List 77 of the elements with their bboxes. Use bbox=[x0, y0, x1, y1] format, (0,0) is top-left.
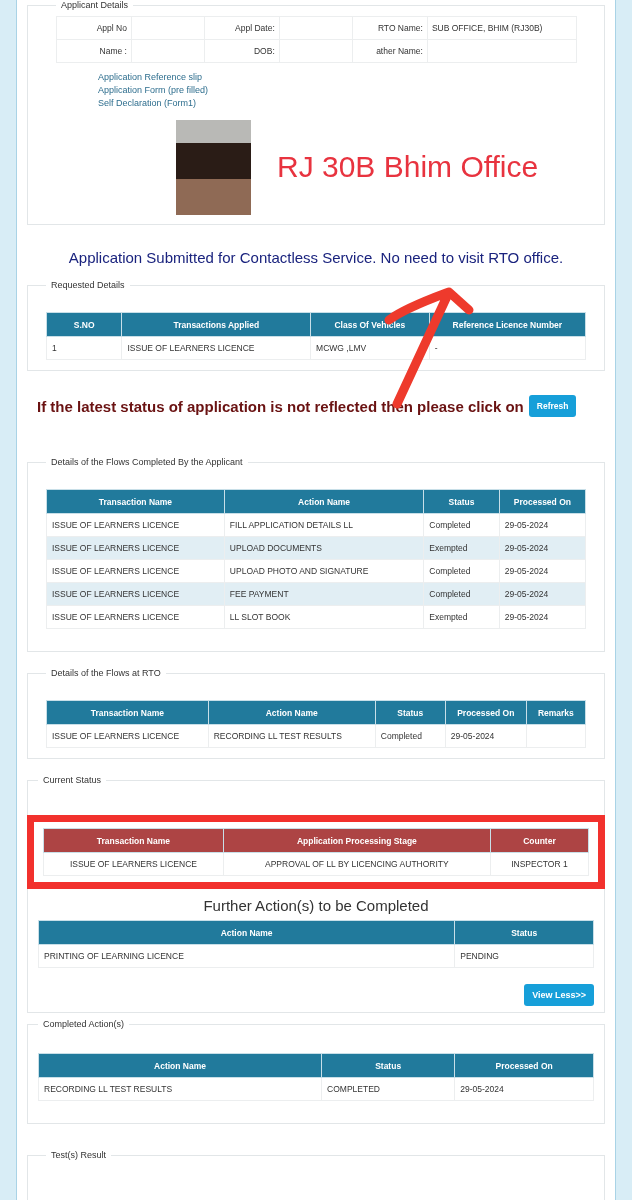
table-cell: ISSUE OF LEARNERS LICENCE bbox=[69, 859, 197, 869]
column-header: Action Name bbox=[38, 1053, 322, 1078]
field-label: Appl No bbox=[96, 23, 127, 33]
column-header: Transaction Name bbox=[46, 489, 225, 514]
table-cell: ISSUE OF LEARNERS LICENCE bbox=[52, 731, 180, 741]
column-header: S.NO bbox=[46, 312, 122, 337]
table-cell: PENDING bbox=[460, 951, 499, 961]
table-cell: ISSUE OF LEARNERS LICENCE bbox=[52, 589, 180, 599]
column-header: Status bbox=[454, 920, 594, 945]
column-header: Application Processing Stage bbox=[223, 828, 491, 853]
field-label: DOB: bbox=[253, 46, 275, 56]
table-cell: PRINTING OF LEARNING LICENCE bbox=[44, 951, 184, 961]
table-cell: LL SLOT BOOK bbox=[229, 612, 291, 622]
table-cell: FEE PAYMENT bbox=[229, 589, 289, 599]
column-header: Action Name bbox=[38, 920, 455, 945]
table-cell: 29-05-2024 bbox=[504, 543, 549, 553]
document-link[interactable]: Self Declaration (Form1) bbox=[98, 97, 197, 110]
field-label: Appl Date: bbox=[235, 23, 275, 33]
column-header: Remarks bbox=[526, 700, 586, 725]
table-cell: 29-05-2024 bbox=[504, 612, 549, 622]
table-cell: ISSUE OF LEARNERS LICENCE bbox=[127, 343, 255, 353]
document-link[interactable]: Application Form (pre filled) bbox=[98, 84, 209, 97]
field-label: ather Name: bbox=[376, 46, 423, 56]
table-cell: APPROVAL OF LL BY LICENCING AUTHORITY bbox=[265, 859, 449, 869]
column-header: Counter bbox=[490, 828, 589, 853]
document-link[interactable]: Application Reference slip bbox=[98, 71, 203, 84]
table-cell: UPLOAD PHOTO AND SIGNATURE bbox=[229, 566, 369, 576]
section-legend: Current Status bbox=[38, 775, 107, 785]
column-header: Action Name bbox=[224, 489, 424, 514]
table-cell: 29-05-2024 bbox=[450, 731, 495, 741]
table-cell: 29-05-2024 bbox=[504, 520, 549, 530]
table-cell: ISSUE OF LEARNERS LICENCE bbox=[52, 566, 180, 576]
column-header: Processed On bbox=[445, 700, 527, 725]
column-header: Status bbox=[423, 489, 500, 514]
table-cell: ISSUE OF LEARNERS LICENCE bbox=[52, 612, 180, 622]
section-legend: Details of the Flows Completed By the Applicant bbox=[46, 457, 248, 467]
table-cell: INSPECTOR 1 bbox=[511, 859, 568, 869]
table-cell: MCWG ,LMV bbox=[316, 343, 367, 353]
annotation-text: RJ 30B Bhim Office bbox=[277, 150, 539, 184]
table-cell: Completed bbox=[429, 520, 471, 530]
column-header: Transaction Name bbox=[46, 700, 209, 725]
table-cell: Completed bbox=[429, 589, 471, 599]
field-label: RTO Name: bbox=[377, 23, 423, 33]
column-header: Status bbox=[321, 1053, 455, 1078]
table-cell: Exempted bbox=[429, 612, 468, 622]
notice-text: Application Submitted for Contactless Service. No need to visit RTO office. bbox=[67, 248, 565, 268]
table-cell: RECORDING LL TEST RESULTS bbox=[213, 731, 342, 741]
section-title: Further Action(s) to be Completed bbox=[202, 896, 430, 916]
table-cell: COMPLETED bbox=[327, 1084, 380, 1094]
table-cell: 29-05-2024 bbox=[460, 1084, 504, 1094]
table-cell: ISSUE OF LEARNERS LICENCE bbox=[52, 543, 180, 553]
column-header: Class Of Vehicles bbox=[310, 312, 430, 337]
column-header: Reference Licence Number bbox=[429, 312, 586, 337]
table-cell: - bbox=[434, 343, 438, 353]
column-header: Processed On bbox=[499, 489, 586, 514]
table-cell: 29-05-2024 bbox=[504, 589, 549, 599]
field-value: SUB OFFICE, BHIM (RJ30B) bbox=[431, 23, 543, 33]
section-legend: Details of the Flows at RTO bbox=[46, 668, 166, 678]
table-cell: FILL APPLICATION DETAILS LL bbox=[229, 520, 353, 530]
section-legend: Test(s) Result bbox=[46, 1150, 111, 1160]
section-legend: Applicant Details bbox=[56, 0, 134, 10]
section-legend: Requested Details bbox=[46, 280, 130, 290]
table-cell: ISSUE OF LEARNERS LICENCE bbox=[52, 520, 180, 530]
column-header: Transactions Applied bbox=[121, 312, 311, 337]
table-cell: Completed bbox=[380, 731, 422, 741]
table-cell: Completed bbox=[429, 566, 471, 576]
column-header: Processed On bbox=[454, 1053, 594, 1078]
section-legend: Completed Action(s) bbox=[38, 1019, 130, 1029]
table-cell: Exempted bbox=[429, 543, 468, 553]
column-header: Transaction Name bbox=[43, 828, 224, 853]
table-cell: UPLOAD DOCUMENTS bbox=[229, 543, 322, 553]
table-cell: RECORDING LL TEST RESULTS bbox=[44, 1084, 173, 1094]
field-label: Name : bbox=[99, 46, 127, 56]
table-cell: 1 bbox=[52, 343, 57, 353]
column-header: Status bbox=[375, 700, 446, 725]
table-cell: 29-05-2024 bbox=[504, 566, 549, 576]
column-header: Action Name bbox=[208, 700, 376, 725]
